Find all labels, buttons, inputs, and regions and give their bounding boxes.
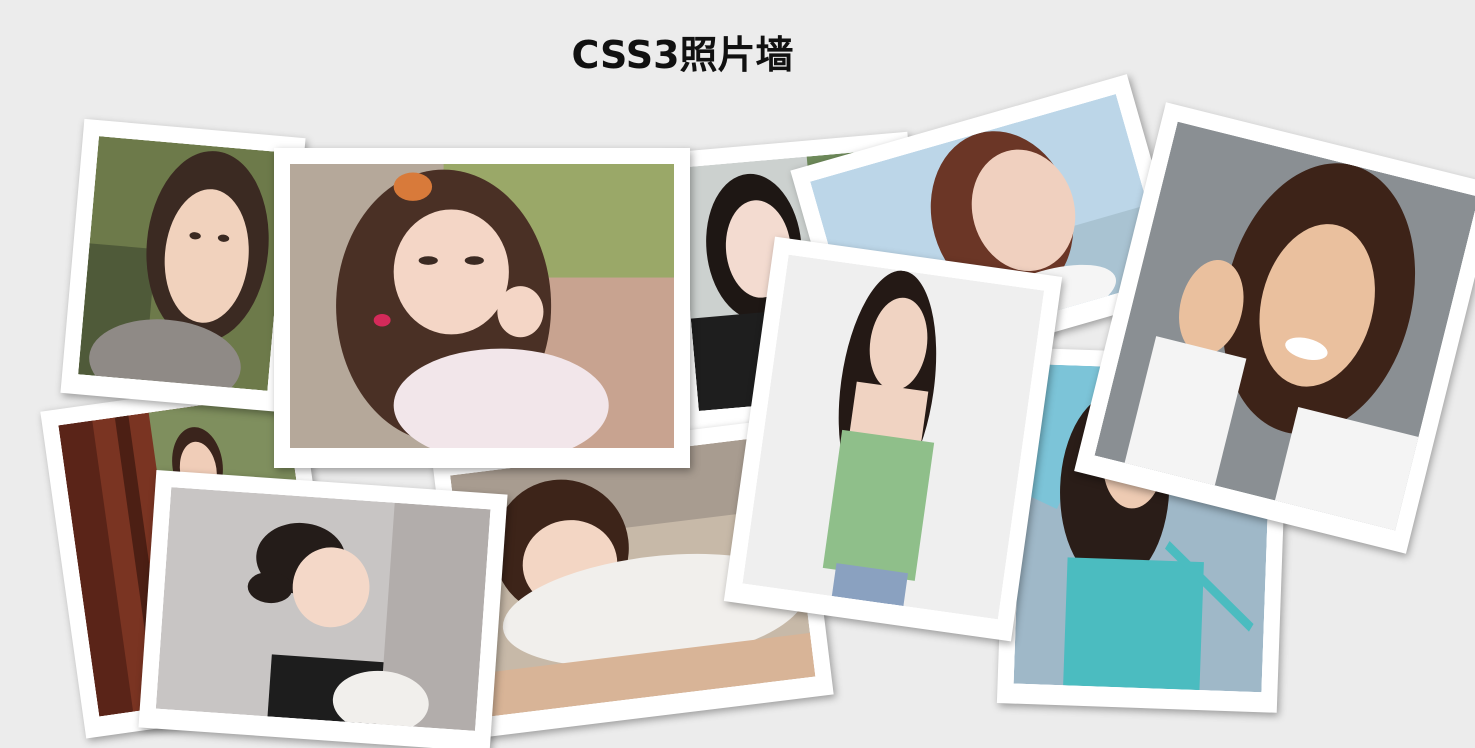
photo-image-6 [1094, 121, 1475, 531]
photo-wall [0, 0, 1475, 748]
photo-card-5[interactable] [723, 236, 1063, 642]
photo-card-1[interactable] [60, 118, 306, 413]
photo-card-2[interactable] [274, 148, 690, 468]
photo-image-5 [742, 254, 1045, 620]
photo-image-8 [155, 487, 491, 731]
photo-wall-page: CSS3照片墙 [0, 0, 1475, 748]
photo-card-8[interactable] [138, 470, 508, 748]
photo-image-2 [290, 164, 674, 448]
photo-image-1 [78, 136, 289, 391]
